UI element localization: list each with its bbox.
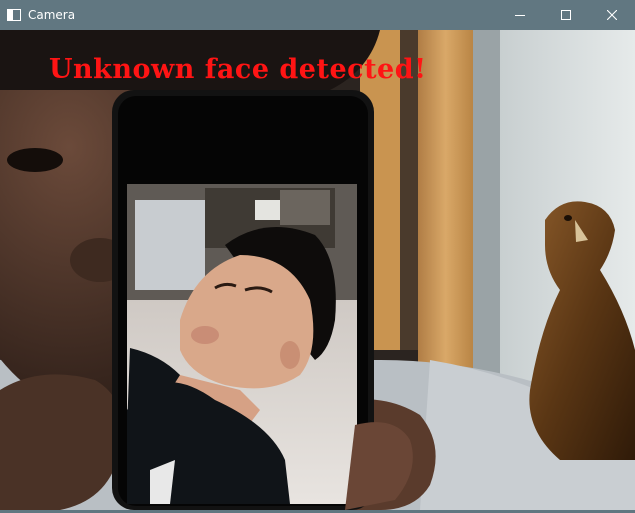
maximize-icon bbox=[561, 10, 571, 20]
minimize-icon bbox=[515, 15, 525, 16]
camera-feed: Unknown face detected! bbox=[0, 30, 635, 510]
close-icon bbox=[607, 10, 617, 20]
camera-window: Camera Unknown face detected! bbox=[0, 0, 635, 513]
camera-image bbox=[0, 30, 635, 510]
window-title: Camera bbox=[28, 8, 76, 22]
minimize-button[interactable] bbox=[497, 0, 543, 30]
window-controls bbox=[497, 0, 635, 30]
close-button[interactable] bbox=[589, 0, 635, 30]
face-alert-text: Unknown face detected! bbox=[49, 54, 427, 85]
title-bar[interactable]: Camera bbox=[0, 0, 635, 30]
camera-window-icon bbox=[7, 9, 21, 21]
maximize-button[interactable] bbox=[543, 0, 589, 30]
phone-screen-photo bbox=[127, 184, 357, 504]
